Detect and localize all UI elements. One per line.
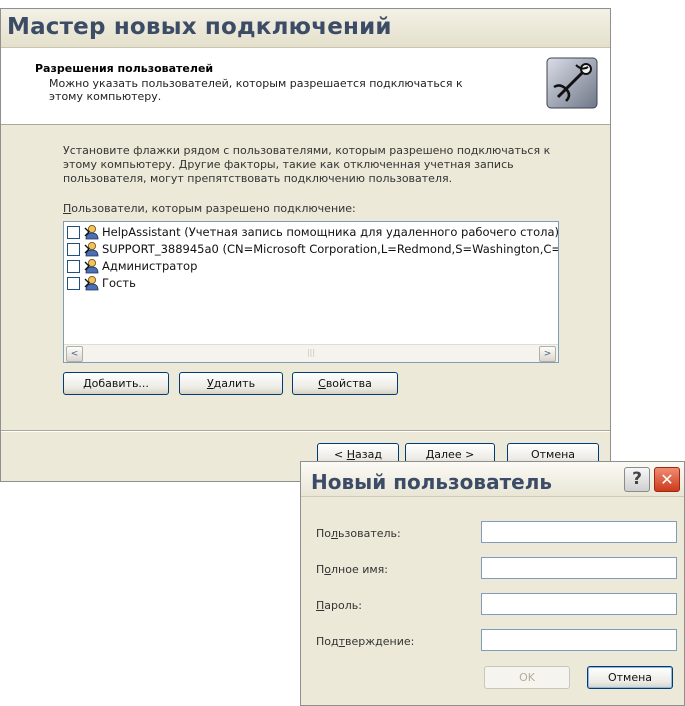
- ok-button[interactable]: OK: [484, 666, 570, 689]
- confirm-password-label: Подтверждение:: [316, 635, 415, 648]
- help-icon[interactable]: ?: [624, 467, 650, 492]
- wizard-header: Разрешения пользователей Можно указать п…: [1, 48, 610, 125]
- scroll-thumb[interactable]: |||: [84, 347, 538, 359]
- user-name: Администратор: [102, 259, 198, 273]
- new-user-dialog: Новый пользователь ? ✕ Пользователь: Пол…: [300, 461, 685, 706]
- user-icon: [84, 276, 99, 291]
- close-icon[interactable]: ✕: [654, 467, 680, 492]
- confirm-password-field[interactable]: [481, 629, 677, 651]
- scroll-left-button[interactable]: <: [66, 346, 83, 362]
- users-list-label: Пользователи, которым разрешено подключе…: [63, 202, 356, 215]
- add-user-button[interactable]: Добавить...: [63, 372, 169, 395]
- username-field[interactable]: [481, 521, 677, 543]
- user-icon: [84, 259, 99, 274]
- user-row[interactable]: Администратор: [67, 258, 558, 274]
- instructions-text: Установите флажки рядом с пользователями…: [63, 144, 551, 185]
- user-row[interactable]: HelpAssistant (Учетная запись помощника …: [67, 224, 559, 240]
- dialog-title-bar[interactable]: Новый пользователь ? ✕: [301, 462, 684, 497]
- new-connection-wizard: Мастер новых подключений Разрешения поль…: [0, 8, 611, 482]
- wizard-header-icon: [546, 57, 598, 109]
- delete-user-button[interactable]: Удалить: [179, 372, 283, 395]
- user-icon: [84, 242, 99, 257]
- properties-button[interactable]: Свойства: [292, 372, 398, 395]
- users-list[interactable]: HelpAssistant (Учетная запись помощника …: [63, 221, 559, 363]
- wizard-title-bar[interactable]: Мастер новых подключений: [1, 9, 610, 48]
- password-label: Пароль:: [316, 599, 362, 612]
- user-row[interactable]: SUPPORT_388945a0 (CN=Microsoft Corporati…: [67, 241, 559, 257]
- scroll-right-button[interactable]: >: [539, 346, 556, 362]
- full-name-field[interactable]: [481, 557, 677, 579]
- user-row[interactable]: Гость: [67, 275, 558, 291]
- horizontal-scrollbar[interactable]: < ||| >: [64, 344, 558, 362]
- full-name-label: Полное имя:: [316, 563, 389, 576]
- user-name: HelpAssistant (Учетная запись помощника …: [102, 225, 559, 239]
- user-checkbox[interactable]: [67, 226, 80, 239]
- dialog-cancel-button[interactable]: Отмена: [587, 666, 673, 689]
- user-name: Гость: [102, 276, 136, 290]
- user-checkbox[interactable]: [67, 243, 80, 256]
- dialog-title: Новый пользователь: [311, 470, 553, 494]
- header-title: Разрешения пользователей: [35, 62, 214, 75]
- user-icon: [84, 225, 99, 240]
- user-name: SUPPORT_388945a0 (CN=Microsoft Corporati…: [102, 242, 559, 256]
- username-label: Пользователь:: [316, 527, 401, 540]
- user-checkbox[interactable]: [67, 277, 80, 290]
- password-field[interactable]: [481, 593, 677, 615]
- wizard-separator: [1, 430, 610, 432]
- header-description: Можно указать пользователей, которым раз…: [49, 77, 463, 103]
- wizard-title: Мастер новых подключений: [7, 14, 392, 40]
- user-checkbox[interactable]: [67, 260, 80, 273]
